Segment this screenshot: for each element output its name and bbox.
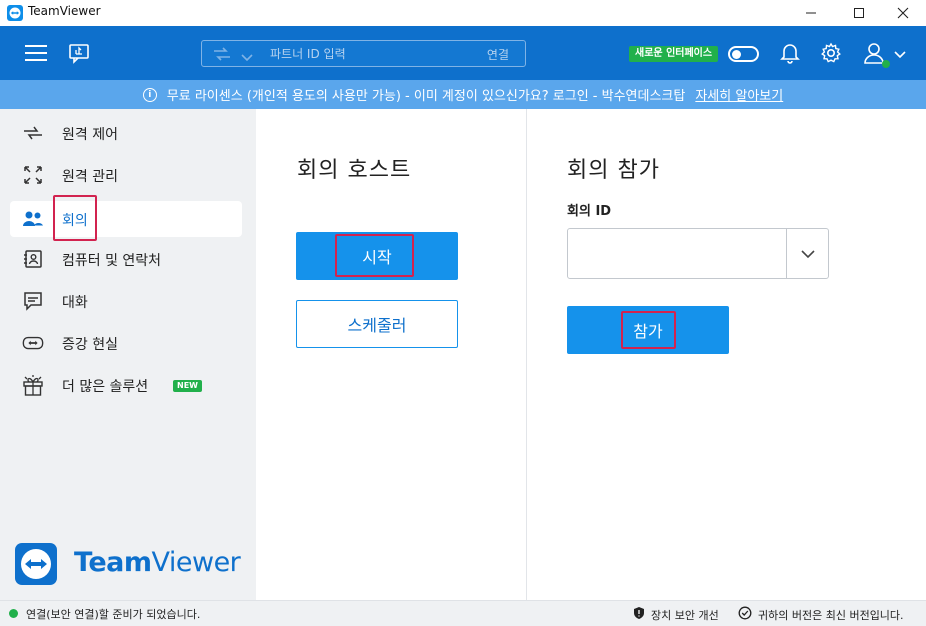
sidebar-item-more-solutions[interactable]: 더 많은 솔루션 NEW — [10, 367, 242, 403]
remote-management-icon — [22, 165, 44, 185]
sidebar-item-label: 대화 — [62, 295, 88, 311]
account-menu-button[interactable] — [860, 40, 908, 68]
chevron-down-icon — [801, 244, 815, 263]
sidebar-item-chat[interactable]: 대화 — [10, 283, 242, 319]
hamburger-menu-icon[interactable] — [22, 40, 50, 66]
contacts-icon — [22, 249, 44, 269]
sidebar-item-remote-control[interactable]: 원격 제어 — [10, 115, 242, 151]
partner-id-search[interactable]: 연결 — [201, 40, 526, 67]
new-badge: NEW — [173, 380, 202, 392]
minimize-button[interactable] — [788, 0, 834, 26]
connect-button[interactable]: 연결 — [487, 46, 509, 63]
device-security-text: 장치 보안 개선 — [651, 608, 719, 622]
sidebar-item-contacts[interactable]: 컴퓨터 및 연락처 — [10, 241, 242, 277]
gear-icon[interactable] — [820, 40, 842, 66]
window-title: TeamViewer — [28, 4, 101, 18]
ar-icon — [22, 333, 44, 353]
sidebar-item-meeting[interactable]: 회의 — [10, 195, 242, 241]
shield-icon — [633, 606, 645, 623]
learn-more-link[interactable]: 자세히 알아보기 — [695, 85, 783, 104]
teamviewer-app-icon — [7, 5, 23, 21]
chevron-down-icon[interactable] — [240, 48, 254, 67]
highlight-box — [621, 311, 676, 349]
swap-arrows-icon — [212, 46, 232, 66]
connection-status-text: 연결(보안 연결)할 준비가 되었습니다. — [26, 608, 201, 621]
sidebar-item-label: 원격 관리 — [62, 169, 118, 185]
feedback-icon[interactable] — [66, 40, 92, 66]
sidebar-item-label: 원격 제어 — [62, 127, 118, 143]
sidebar-item-augmented-reality[interactable]: 증강 현실 — [10, 325, 242, 361]
teamviewer-logo-icon — [15, 543, 57, 585]
join-meeting-title: 회의 참가 — [567, 158, 660, 183]
info-icon: i — [142, 87, 157, 102]
close-button[interactable] — [880, 0, 926, 26]
connection-ready-dot — [9, 609, 18, 618]
sidebar-item-remote-management[interactable]: 원격 관리 — [10, 157, 242, 193]
user-icon — [862, 41, 890, 68]
bell-icon[interactable] — [779, 40, 801, 66]
gift-icon — [22, 375, 44, 396]
highlight-box — [53, 195, 97, 241]
status-bar: 연결(보안 연결)할 준비가 되었습니다. 장치 보안 개선 귀하의 버전은 최… — [0, 600, 926, 626]
host-meeting-title: 회의 호스트 — [297, 158, 412, 183]
partner-id-input[interactable] — [270, 44, 470, 63]
highlight-box — [335, 234, 414, 277]
teamviewer-wordmark: TeamViewer — [74, 547, 241, 578]
meeting-id-input[interactable] — [578, 243, 778, 265]
maximize-button[interactable] — [836, 0, 882, 26]
scheduler-button[interactable]: 스케줄러 — [296, 300, 458, 348]
device-security-item[interactable]: 장치 보안 개선 — [633, 606, 719, 623]
check-circle-icon — [738, 606, 752, 623]
pane-divider — [526, 109, 527, 600]
meeting-id-label: 회의 ID — [567, 204, 612, 219]
remote-control-icon — [22, 123, 44, 143]
toggle-knob — [732, 50, 741, 59]
meeting-id-dropdown-button[interactable] — [787, 229, 829, 278]
online-status-dot — [882, 60, 890, 68]
new-interface-toggle[interactable] — [728, 46, 759, 62]
new-interface-badge: 새로운 인터페이스 — [629, 46, 719, 62]
license-info-bar: i 무료 라이센스 (개인적 용도의 사용만 가능) - 이미 계정이 있으신가… — [0, 80, 926, 109]
sidebar-item-label: 컴퓨터 및 연락처 — [62, 253, 162, 269]
sidebar: 원격 제어 원격 관리 회의 컴퓨터 및 연락처 대화 증강 현실 더 많은 솔… — [0, 109, 256, 600]
license-message: 무료 라이센스 (개인적 용도의 사용만 가능) - 이미 계정이 있으신가요?… — [166, 89, 686, 104]
chevron-down-icon — [894, 44, 906, 63]
title-bar: TeamViewer — [0, 0, 926, 26]
sidebar-item-label: 증강 현실 — [62, 337, 118, 353]
version-status-item: 귀하의 버전은 최신 버전입니다. — [738, 606, 904, 623]
sidebar-item-label: 더 많은 솔루션 — [62, 379, 149, 395]
meeting-icon — [22, 209, 44, 229]
meeting-id-combobox[interactable] — [567, 228, 829, 279]
version-status-text: 귀하의 버전은 최신 버전입니다. — [758, 608, 904, 622]
chat-icon — [22, 291, 44, 311]
